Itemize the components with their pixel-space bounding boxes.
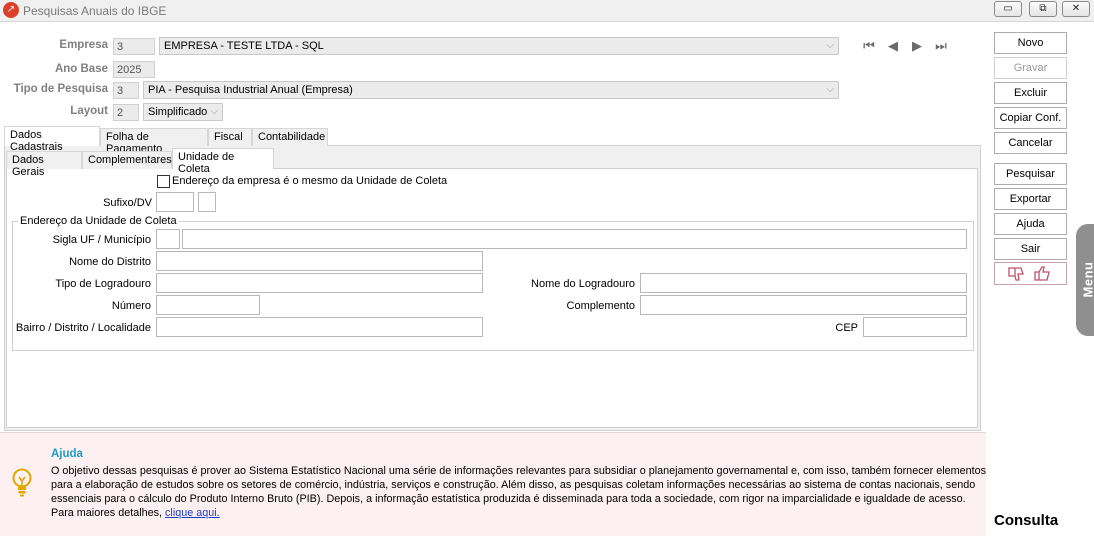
address-group-title: Endereço da Unidade de Coleta: [18, 215, 179, 227]
tipo-pesquisa-value: PIA - Pesquisa Industrial Anual (Empresa…: [148, 84, 353, 96]
tab-folha-pagamento[interactable]: Folha de Pagamento: [100, 128, 208, 155]
chevron-down-icon: ⌵: [826, 40, 834, 51]
layout-code-field: 2: [113, 104, 139, 121]
tab-dados-cadastrais[interactable]: Dados Cadastrais: [4, 126, 100, 153]
dv-input[interactable]: [198, 192, 216, 212]
municipio-input[interactable]: [182, 229, 967, 249]
novo-button[interactable]: Novo: [994, 32, 1067, 54]
help-title: Ajuda: [51, 448, 83, 460]
ano-base-label: Ano Base: [54, 63, 108, 75]
last-record-button[interactable]: ⏭: [932, 38, 950, 54]
same-address-label: Endereço da empresa é o mesmo da Unidade…: [172, 175, 448, 187]
layout-select[interactable]: Simplificado ⌵: [143, 103, 223, 121]
first-record-button[interactable]: ⏮: [860, 38, 878, 54]
pesquisar-button[interactable]: Pesquisar: [994, 163, 1067, 185]
tipo-logradouro-label: Tipo de Logradouro: [55, 278, 151, 290]
prev-record-button[interactable]: ◀: [884, 38, 902, 54]
numero-input[interactable]: [156, 295, 260, 315]
sufixo-input[interactable]: [156, 192, 194, 212]
exportar-button[interactable]: Exportar: [994, 188, 1067, 210]
thumbs-down-icon[interactable]: [1007, 266, 1025, 282]
empresa-code-field: 3: [113, 38, 155, 55]
empresa-label: Empresa: [59, 39, 108, 51]
window-title: Pesquisas Anuais do IBGE: [23, 4, 167, 18]
bairro-input[interactable]: [156, 317, 483, 337]
help-text: O objetivo dessas pesquisas é prover ao …: [51, 464, 986, 520]
layout-label: Layout: [70, 105, 108, 117]
uf-municipio-label: Sigla UF / Município: [52, 234, 151, 246]
nome-logradouro-input[interactable]: [640, 273, 967, 293]
menu-tab[interactable]: Menu: [1076, 224, 1094, 336]
numero-label: Número: [111, 300, 151, 312]
menu-tab-label: Menu: [1080, 261, 1094, 298]
subtab-dados-gerais[interactable]: Dados Gerais: [6, 151, 82, 178]
restore-button[interactable]: ⧉: [1029, 1, 1057, 17]
uf-input[interactable]: [156, 229, 180, 249]
gravar-button[interactable]: Gravar: [994, 57, 1067, 79]
layout-value: Simplificado: [148, 106, 208, 118]
nome-logradouro-label: Nome do Logradouro: [531, 278, 635, 290]
tab-fiscal[interactable]: Fiscal: [208, 128, 252, 146]
thumbs-up-icon[interactable]: [1033, 266, 1051, 282]
help-more-prefix: Para maiores detalhes,: [51, 507, 163, 519]
chevron-down-icon: ⌵: [826, 84, 834, 95]
lightbulb-icon: [12, 468, 32, 497]
empresa-select-value: EMPRESA - TESTE LTDA - SQL: [164, 40, 324, 52]
ano-base-field: 2025: [113, 61, 155, 78]
ajuda-button[interactable]: Ajuda: [994, 213, 1067, 235]
tab-contabilidade[interactable]: Contabilidade: [252, 128, 328, 146]
cep-input[interactable]: [863, 317, 967, 337]
copiar-conf-button[interactable]: Copiar Conf.: [994, 107, 1067, 129]
minimize-button[interactable]: ▭: [994, 1, 1022, 17]
subtab-unidade-coleta[interactable]: Unidade de Coleta: [172, 148, 274, 175]
mode-label: Consulta: [994, 512, 1059, 529]
chevron-down-icon: ⌵: [210, 106, 218, 117]
empresa-select[interactable]: EMPRESA - TESTE LTDA - SQL ⌵: [159, 37, 839, 55]
complemento-label: Complemento: [566, 300, 635, 312]
bairro-label: Bairro / Distrito / Localidade: [15, 322, 151, 334]
tipo-pesquisa-code-field: 3: [113, 82, 139, 99]
same-address-checkbox[interactable]: [157, 175, 170, 188]
tipo-pesquisa-label: Tipo de Pesquisa: [13, 83, 108, 95]
feedback-box: [994, 262, 1067, 285]
tipo-logradouro-input[interactable]: [156, 273, 483, 293]
nome-distrito-input[interactable]: [156, 251, 483, 271]
close-button[interactable]: ✕: [1062, 1, 1090, 17]
subtab-complementares[interactable]: Complementares: [82, 151, 172, 169]
sufixo-label: Sufixo/DV: [103, 197, 152, 209]
next-record-button[interactable]: ▶: [908, 38, 926, 54]
app-logo-icon: ↗: [3, 2, 19, 18]
help-body: O objetivo dessas pesquisas é prover ao …: [51, 465, 987, 505]
help-link[interactable]: clique aqui.: [165, 507, 220, 519]
nome-distrito-label: Nome do Distrito: [69, 256, 151, 268]
excluir-button[interactable]: Excluir: [994, 82, 1067, 104]
sair-button[interactable]: Sair: [994, 238, 1067, 260]
tipo-pesquisa-select[interactable]: PIA - Pesquisa Industrial Anual (Empresa…: [143, 81, 839, 99]
cep-label: CEP: [835, 322, 858, 334]
cancelar-button[interactable]: Cancelar: [994, 132, 1067, 154]
complemento-input[interactable]: [640, 295, 967, 315]
